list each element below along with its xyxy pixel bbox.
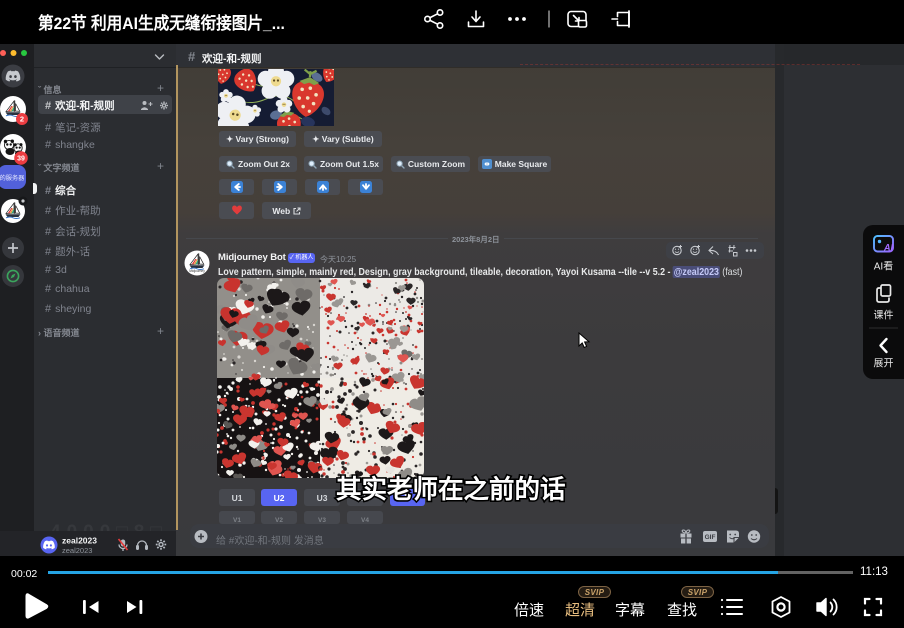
svg-text:39: 39 (17, 156, 25, 163)
svg-text:其实老师在之前的话: 其实老师在之前的话 (336, 475, 566, 504)
svg-text:GIF: GIF (705, 534, 716, 541)
svg-text:zeal2023: zeal2023 (62, 536, 97, 546)
svg-text:zeal2023: zeal2023 (62, 546, 92, 555)
svg-text:课件: 课件 (874, 310, 894, 322)
svg-text:AI看: AI看 (874, 260, 893, 273)
svg-text:展开: 展开 (874, 358, 894, 370)
svg-text:的服务器: 的服务器 (0, 174, 25, 182)
svg-text:Midjourney: Midjourney (189, 269, 205, 273)
svg-text:AI: AI (883, 243, 893, 253)
svg-text:2: 2 (20, 115, 24, 124)
